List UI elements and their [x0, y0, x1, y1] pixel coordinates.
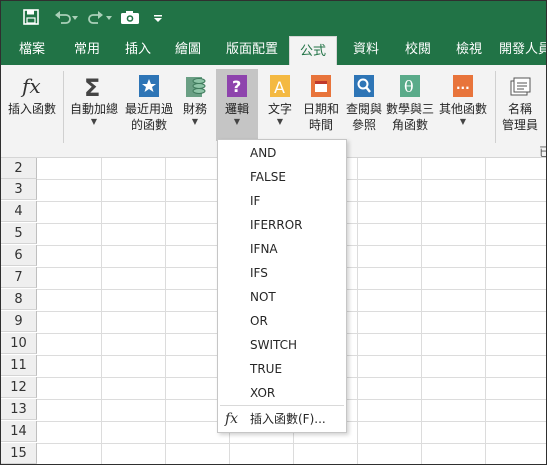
redo-icon[interactable] — [87, 9, 113, 27]
undo-icon[interactable] — [53, 9, 79, 27]
menu-item-and[interactable]: AND — [218, 141, 346, 165]
logical-button[interactable]: ? 邏輯 ▼ — [216, 69, 258, 141]
row-header[interactable]: 10 — [1, 333, 37, 354]
star-book-icon — [137, 73, 161, 99]
chevron-down-icon: ▼ — [276, 117, 284, 126]
menu-item-insert-function[interactable]: fx 插入函數(F)... — [218, 407, 346, 431]
row-header[interactable]: 4 — [1, 201, 37, 222]
svg-text:θ: θ — [404, 77, 414, 96]
row-header[interactable]: 6 — [1, 245, 37, 266]
ribbon-separator — [63, 71, 64, 143]
row-header[interactable]: 13 — [1, 399, 37, 420]
menu-item-or[interactable]: OR — [218, 309, 346, 333]
lookup-reference-button[interactable]: 查閱與 參照 — [343, 69, 385, 141]
chevron-down-icon: ▼ — [191, 117, 199, 126]
fx-icon: fx — [20, 73, 44, 99]
svg-text:Σ: Σ — [84, 74, 100, 99]
row-header[interactable]: 7 — [1, 267, 37, 288]
logical-functions-menu: AND FALSE IF IFERROR IFNA IFS NOT OR SWI… — [217, 139, 347, 433]
row-header[interactable]: 14 — [1, 421, 37, 442]
gridline — [485, 158, 486, 464]
fx-icon: fx — [225, 411, 239, 427]
magnifier-book-icon — [352, 73, 376, 99]
menu-item-ifna[interactable]: IFNA — [218, 237, 346, 261]
date-time-button[interactable]: 日期和 時間 — [299, 69, 343, 141]
row-header[interactable]: 15 — [1, 443, 37, 464]
coins-icon — [183, 73, 207, 99]
row-header[interactable]: 11 — [1, 355, 37, 376]
tab-file[interactable]: 檔案 — [9, 35, 55, 65]
menu-item-true[interactable]: TRUE — [218, 357, 346, 381]
menu-item-not[interactable]: NOT — [218, 285, 346, 309]
menu-item-xor[interactable]: XOR — [218, 381, 346, 405]
excel-window: 檔案 常用 插入 繪圖 版面配置 公式 資料 校閱 檢視 開發人員 fx 插入函… — [0, 0, 547, 465]
row-header[interactable]: 9 — [1, 311, 37, 332]
tab-developer[interactable]: 開發人員 — [499, 35, 546, 65]
tab-draw[interactable]: 繪圖 — [165, 35, 211, 65]
name-manager-button[interactable]: 名稱 管理員 — [499, 69, 541, 141]
calendar-book-icon — [309, 73, 333, 99]
tab-insert[interactable]: 插入 — [115, 35, 161, 65]
menu-item-iferror[interactable]: IFERROR — [218, 213, 346, 237]
theta-book-icon: θ — [398, 73, 422, 99]
menu-separator — [220, 405, 344, 406]
menu-item-if[interactable]: IF — [218, 189, 346, 213]
recently-used-button[interactable]: 最近用過 的函數 — [122, 69, 176, 141]
menu-item-switch[interactable]: SWITCH — [218, 333, 346, 357]
tab-home[interactable]: 常用 — [63, 35, 111, 65]
row-header[interactable]: 2 — [1, 158, 37, 179]
quick-access-toolbar — [1, 1, 546, 35]
financial-button[interactable]: 財務 ▼ — [177, 69, 213, 141]
camera-icon[interactable] — [119, 9, 141, 27]
row-header[interactable]: 8 — [1, 289, 37, 310]
question-book-icon: ? — [225, 73, 249, 99]
chevron-down-icon: ▼ — [90, 117, 98, 126]
name-tag-icon — [508, 73, 532, 99]
autosum-button[interactable]: Σ 自動加總 ▼ — [67, 69, 121, 141]
ribbon-tabs: 檔案 常用 插入 繪圖 版面配置 公式 資料 校閱 檢視 開發人員 — [1, 35, 546, 67]
more-book-icon: ... — [451, 73, 475, 99]
tab-page-layout[interactable]: 版面配置 — [221, 35, 283, 65]
gridline — [165, 158, 166, 464]
chevron-down-icon: ▼ — [459, 117, 467, 126]
svg-text:...: ... — [456, 78, 470, 92]
menu-item-ifs[interactable]: IFS — [218, 261, 346, 285]
svg-text:fx: fx — [20, 74, 41, 98]
tab-review[interactable]: 校閱 — [395, 35, 441, 65]
row-header[interactable]: 3 — [1, 179, 37, 200]
chevron-down-icon: ▼ — [233, 117, 241, 126]
tab-data[interactable]: 資料 — [343, 35, 389, 65]
insert-function-button[interactable]: fx 插入函數 — [5, 69, 59, 141]
save-icon[interactable] — [21, 9, 41, 27]
menu-item-false[interactable]: FALSE — [218, 165, 346, 189]
text-book-icon: A — [268, 73, 292, 99]
text-functions-button[interactable]: A 文字 ▼ — [263, 69, 297, 141]
math-trig-button[interactable]: θ 數學與三 角函數 — [385, 69, 435, 141]
tab-formulas[interactable]: 公式 — [289, 36, 337, 67]
gridline — [101, 158, 102, 464]
customize-qat-icon[interactable] — [151, 9, 165, 27]
row-header[interactable]: 5 — [1, 223, 37, 244]
gridline — [357, 158, 358, 464]
sigma-icon: Σ — [82, 73, 106, 102]
gridline — [37, 443, 546, 444]
ribbon-separator — [495, 71, 496, 143]
gridline — [421, 158, 422, 464]
row-header[interactable]: 12 — [1, 377, 37, 398]
more-functions-button[interactable]: ... 其他函數 ▼ — [437, 69, 489, 141]
svg-text:A: A — [274, 78, 285, 97]
svg-text:?: ? — [232, 77, 241, 96]
tab-view[interactable]: 檢視 — [446, 35, 492, 65]
